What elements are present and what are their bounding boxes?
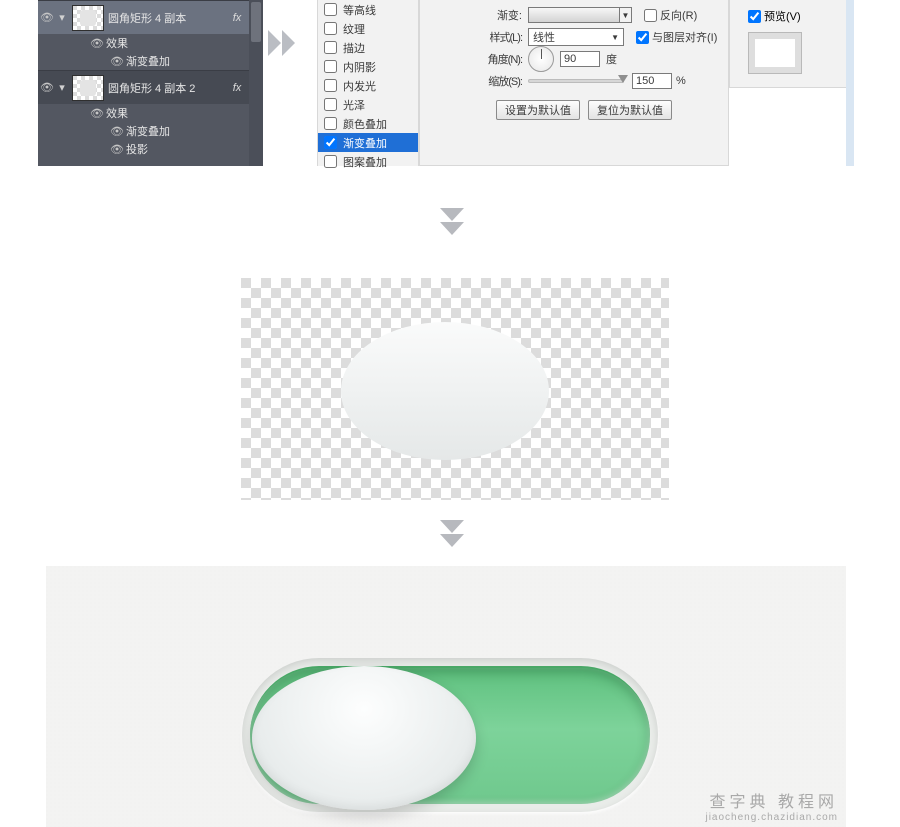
angle-dial[interactable] xyxy=(528,46,554,72)
arrow-right-icon xyxy=(268,30,302,56)
style-label: 等高线 xyxy=(343,2,376,18)
layer-effect-row[interactable]: 👁 投影 xyxy=(38,140,263,158)
chevron-down-icon: ▼ xyxy=(611,33,619,42)
visibility-icon[interactable]: 👁 xyxy=(38,11,56,24)
visibility-icon[interactable]: 👁 xyxy=(88,107,106,120)
effect-label: 渐变叠加 xyxy=(126,123,263,139)
style-value: 线性 xyxy=(533,29,555,45)
layer-thumbnail xyxy=(72,75,104,101)
layer-name: 圆角矩形 4 副本 xyxy=(108,10,225,26)
style-label: 光泽 xyxy=(343,97,365,113)
style-label: 纹理 xyxy=(343,21,365,37)
scale-slider[interactable] xyxy=(528,79,624,83)
layer-styles-list: 等高线 纹理 描边 内阴影 内发光 光泽 颜色叠加 渐变叠加 图案叠加 xyxy=(317,0,419,166)
watermark: 查字典 教程网 jiaocheng.chazidian.com xyxy=(705,788,838,823)
ellipse-shape xyxy=(341,322,549,460)
scale-label: 缩放(S): xyxy=(472,73,522,89)
disclosure-icon[interactable]: ▾ xyxy=(56,11,68,24)
visibility-icon[interactable]: 👁 xyxy=(108,55,126,68)
gradient-label: 渐变: xyxy=(472,7,522,23)
style-option-selected[interactable]: 渐变叠加 xyxy=(318,133,418,152)
checkbox[interactable] xyxy=(324,22,337,35)
checkbox[interactable] xyxy=(324,41,337,54)
visibility-icon[interactable]: 👁 xyxy=(108,143,126,156)
layer-effect-row[interactable]: 👁 效果 xyxy=(38,34,263,52)
dialog-right-edge xyxy=(846,0,854,166)
layer-effect-row[interactable]: 👁 渐变叠加 xyxy=(38,52,263,70)
scale-input[interactable]: 150 xyxy=(632,73,672,89)
intermediate-result-canvas xyxy=(241,278,669,500)
style-option[interactable]: 描边 xyxy=(318,38,418,57)
checkbox[interactable] xyxy=(324,60,337,73)
dropdown-icon[interactable]: ▼ xyxy=(620,7,632,23)
watermark-line1: 查字典 教程网 xyxy=(705,788,838,812)
gradient-swatch[interactable] xyxy=(528,7,620,23)
disclosure-icon[interactable]: ▾ xyxy=(56,81,68,94)
style-label: 图案叠加 xyxy=(343,154,387,170)
style-label: 内阴影 xyxy=(343,59,376,75)
layer-row[interactable]: 👁 ▾ 圆角矩形 4 副本 2 fx ▾ xyxy=(38,70,263,104)
preview-checkbox[interactable] xyxy=(748,10,761,23)
layer-thumbnail xyxy=(72,5,104,31)
checkbox[interactable] xyxy=(324,3,337,16)
style-label: 样式(L): xyxy=(472,29,522,45)
angle-input[interactable]: 90 xyxy=(560,51,600,67)
style-option[interactable]: 纹理 xyxy=(318,19,418,38)
effect-label: 投影 xyxy=(126,141,263,157)
final-result-canvas: 查字典 教程网 jiaocheng.chazidian.com xyxy=(46,566,846,827)
fx-badge[interactable]: fx xyxy=(225,82,249,94)
arrow-down-icon xyxy=(440,520,464,553)
checkbox[interactable] xyxy=(324,117,337,130)
layer-name: 圆角矩形 4 副本 2 xyxy=(108,80,225,96)
checkbox[interactable] xyxy=(324,98,337,111)
effect-label: 渐变叠加 xyxy=(126,53,263,69)
fx-badge[interactable]: fx xyxy=(225,12,249,24)
layer-row[interactable]: 👁 ▾ 圆角矩形 4 副本 fx ▾ xyxy=(38,0,263,34)
gradient-overlay-settings: 渐变: ▼ 反向(R) 样式(L): 线性 ▼ 与图层对齐(I) 角度(N): … xyxy=(419,0,729,166)
reverse-checkbox[interactable] xyxy=(644,9,657,22)
style-option[interactable]: 内阴影 xyxy=(318,57,418,76)
style-label: 内发光 xyxy=(343,78,376,94)
style-label: 描边 xyxy=(343,40,365,56)
style-option[interactable]: 内发光 xyxy=(318,76,418,95)
preview-panel: 预览(V) xyxy=(729,0,846,88)
scrollbar[interactable] xyxy=(249,0,263,166)
watermark-line2: jiaocheng.chazidian.com xyxy=(705,812,838,823)
set-default-button[interactable]: 设置为默认值 xyxy=(496,100,580,120)
layer-effect-row[interactable]: 👁 渐变叠加 xyxy=(38,122,263,140)
visibility-icon[interactable]: 👁 xyxy=(38,81,56,94)
visibility-icon[interactable]: 👁 xyxy=(88,37,106,50)
style-option[interactable]: 光泽 xyxy=(318,95,418,114)
style-option[interactable]: 颜色叠加 xyxy=(318,114,418,133)
preview-swatch xyxy=(748,32,802,74)
align-checkbox[interactable] xyxy=(636,31,649,44)
reset-default-button[interactable]: 复位为默认值 xyxy=(588,100,672,120)
preview-label: 预览(V) xyxy=(764,8,801,24)
toggle-outer-bevel xyxy=(242,658,658,812)
align-label: 与图层对齐(I) xyxy=(652,29,717,45)
arrow-down-icon xyxy=(440,208,464,241)
layers-panel: 👁 ▾ 圆角矩形 4 副本 fx ▾ 👁 效果 👁 渐变叠加 👁 ▾ 圆角矩形 … xyxy=(38,0,263,166)
scale-unit: % xyxy=(676,75,686,87)
angle-unit: 度 xyxy=(606,51,617,67)
scrollbar-thumb[interactable] xyxy=(251,2,261,42)
style-label: 颜色叠加 xyxy=(343,116,387,132)
style-label: 渐变叠加 xyxy=(343,135,387,151)
layer-effect-row[interactable]: 👁 效果 xyxy=(38,104,263,122)
visibility-icon[interactable]: 👁 xyxy=(108,125,126,138)
checkbox[interactable] xyxy=(324,155,337,168)
angle-label: 角度(N): xyxy=(472,51,522,67)
checkbox[interactable] xyxy=(324,136,337,149)
effect-label: 效果 xyxy=(106,35,263,51)
style-option[interactable]: 图案叠加 xyxy=(318,152,418,171)
style-select[interactable]: 线性 ▼ xyxy=(528,28,624,46)
effect-label: 效果 xyxy=(106,105,263,121)
reverse-label: 反向(R) xyxy=(660,7,697,23)
checkbox[interactable] xyxy=(324,79,337,92)
toggle-track xyxy=(250,666,650,804)
style-option[interactable]: 等高线 xyxy=(318,0,418,19)
toggle-knob xyxy=(252,666,476,810)
